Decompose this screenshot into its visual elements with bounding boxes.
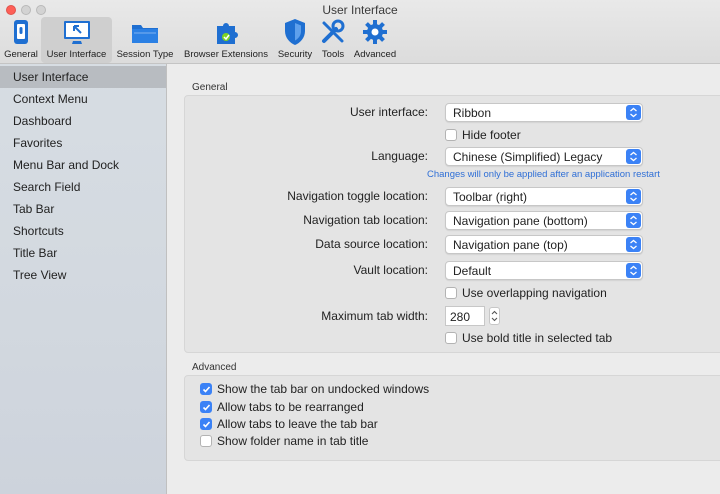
tools-icon [318,17,348,47]
sidebar-item-shortcuts[interactable]: Shortcuts [0,220,166,242]
sidebar-item-dashboard[interactable]: Dashboard [0,110,166,132]
checkmark-icon [200,418,212,430]
toolbar-user-interface-button[interactable]: User Interface [41,17,112,63]
section-title-general: General [192,82,228,93]
toolbar-security-button[interactable]: Security [274,17,316,63]
checkbox-box [445,332,457,344]
data-source-label: Data source location: [315,237,428,251]
phone-switch-icon [6,17,36,47]
sidebar-item-tree-view[interactable]: Tree View [0,264,166,286]
checkmark-icon [200,383,212,395]
nav-tab-label: Navigation tab location: [303,213,428,227]
hide-footer-checkbox[interactable]: Hide footer [445,128,521,142]
select-value: Toolbar (right) [453,190,528,204]
select-value: Chinese (Simplified) Legacy [453,150,603,164]
allow-tabs-rearranged-checkbox[interactable]: Allow tabs to be rearranged [200,400,364,414]
bold-title-checkbox[interactable]: Use bold title in selected tab [445,331,612,345]
toolbar-item-label: Tools [321,49,345,60]
gear-icon [360,17,390,47]
general-group: User interface: Ribbon Hide footer Langu… [184,95,720,353]
checkbox-label: Hide footer [462,128,521,142]
checkbox-label: Show folder name in tab title [217,434,369,448]
checkbox-box [200,435,212,447]
shield-icon [280,17,310,47]
advanced-group: Show the tab bar on undocked windows All… [184,375,720,461]
nav-toggle-label: Navigation toggle location: [287,189,428,203]
checkbox-label: Allow tabs to be rearranged [217,400,364,414]
sidebar-item-user-interface[interactable]: User Interface [0,66,166,88]
sidebar-item-context-menu[interactable]: Context Menu [0,88,166,110]
chevron-updown-icon [626,189,641,204]
language-select[interactable]: Chinese (Simplified) Legacy [445,147,643,166]
checkbox-label: Show the tab bar on undocked windows [217,382,430,396]
sidebar-item-title-bar[interactable]: Title Bar [0,242,166,264]
max-tab-width-label: Maximum tab width: [321,309,428,323]
max-tab-width-input[interactable]: 280 [445,306,485,326]
allow-tabs-leave-checkbox[interactable]: Allow tabs to leave the tab bar [200,417,378,431]
user-interface-select[interactable]: Ribbon [445,103,643,122]
window-toolbar: User Interface General User Interface Se… [0,0,720,64]
nav-toggle-select[interactable]: Toolbar (right) [445,187,643,206]
sidebar-item-search-field[interactable]: Search Field [0,176,166,198]
chevron-updown-icon [626,237,641,252]
toolbar-tools-button[interactable]: Tools [318,17,348,63]
folder-icon [130,17,160,47]
select-value: Navigation pane (bottom) [453,214,588,228]
select-value: Navigation pane (top) [453,238,568,252]
toolbar-item-label: Browser Extensions [184,49,268,60]
toolbar-session-type-button[interactable]: Session Type [113,17,177,63]
stepper-arrows-icon [491,310,498,322]
toolbar-item-label: Security [277,49,313,60]
overlapping-navigation-checkbox[interactable]: Use overlapping navigation [445,286,607,300]
puzzle-icon [211,17,241,47]
checkbox-label: Use overlapping navigation [462,286,607,300]
chevron-updown-icon [626,149,641,164]
checkbox-label: Allow tabs to leave the tab bar [217,417,378,431]
toolbar-item-label: Advanced [353,49,397,60]
nav-tab-select[interactable]: Navigation pane (bottom) [445,211,643,230]
language-label: Language: [371,149,428,163]
toolbar-advanced-button[interactable]: Advanced [351,17,399,63]
toolbar-item-label: User Interface [46,49,107,60]
sidebar-item-tab-bar[interactable]: Tab Bar [0,198,166,220]
chevron-updown-icon [626,213,641,228]
input-value: 280 [450,310,471,324]
select-value: Default [453,264,492,278]
data-source-select[interactable]: Navigation pane (top) [445,235,643,254]
checkmark-icon [200,401,212,413]
sidebar: User Interface Context Menu Dashboard Fa… [0,64,167,494]
vault-label: Vault location: [353,263,429,277]
max-tab-width-stepper[interactable] [489,307,500,325]
checkbox-box [445,287,457,299]
chevron-updown-icon [626,263,641,278]
toolbar-browser-extensions-button[interactable]: Browser Extensions [180,17,272,63]
show-folder-name-checkbox[interactable]: Show folder name in tab title [200,434,368,448]
toolbar-general-button[interactable]: General [2,17,40,63]
window-cursor-icon [62,17,92,47]
show-tab-bar-undocked-checkbox[interactable]: Show the tab bar on undocked windows [200,382,429,396]
sidebar-item-menu-bar-and-dock[interactable]: Menu Bar and Dock [0,154,166,176]
vault-select[interactable]: Default [445,261,643,280]
toolbar-item-label: General [4,49,38,60]
settings-panel: General User interface: Ribbon Hide foot… [167,64,720,494]
toolbar-item-label: Session Type [116,49,174,60]
chevron-updown-icon [626,105,641,120]
window-title: User Interface [322,3,398,17]
select-value: Ribbon [453,106,492,120]
section-title-advanced: Advanced [192,362,237,373]
checkbox-box [445,129,457,141]
sidebar-item-favorites[interactable]: Favorites [0,132,166,154]
user-interface-label: User interface: [349,105,428,119]
restart-hint: Changes will only be applied after an ap… [427,169,660,180]
checkbox-label: Use bold title in selected tab [462,331,613,345]
